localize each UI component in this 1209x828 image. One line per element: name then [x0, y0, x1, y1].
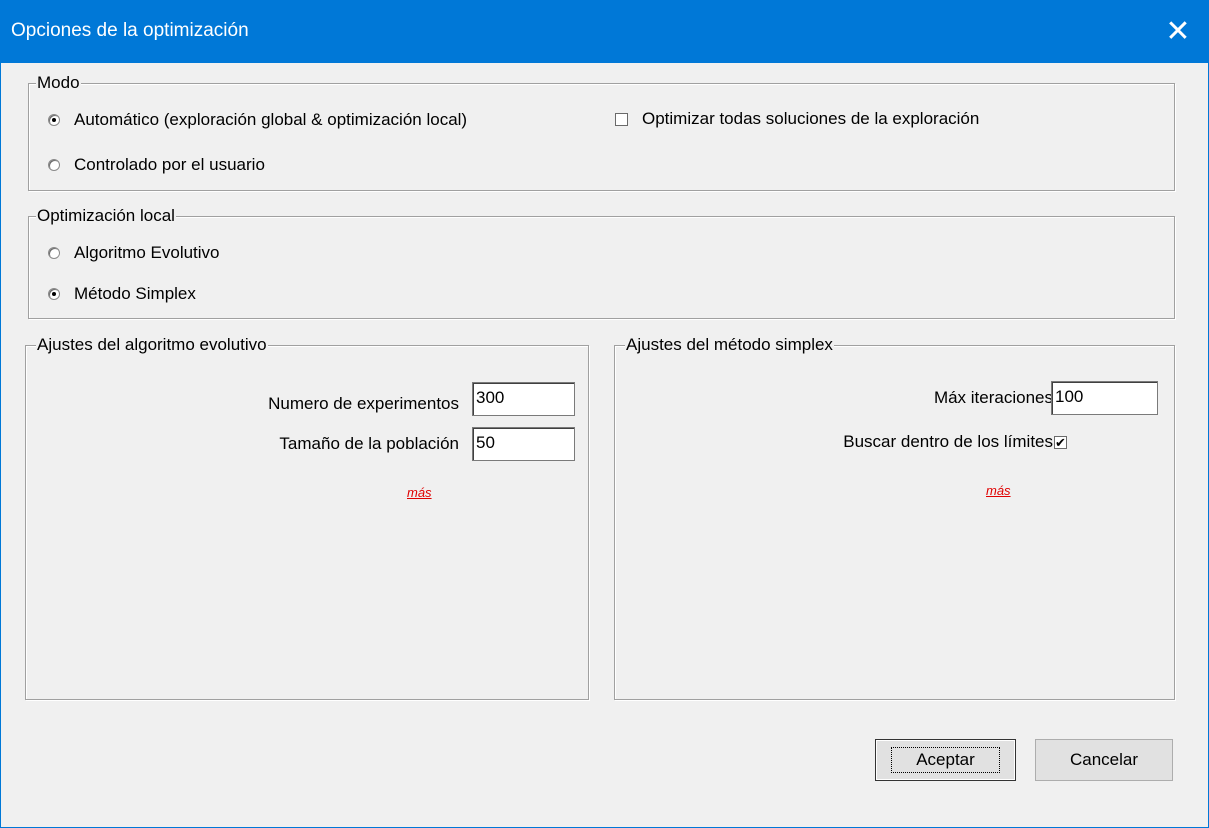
checkbox-optimize-all-box[interactable]: [615, 112, 628, 126]
max-iterations-input[interactable]: 100: [1051, 381, 1158, 415]
population-label: Tamaño de la población: [279, 434, 459, 453]
cancel-button[interactable]: Cancelar: [1035, 739, 1173, 781]
radio-user-controlled-indicator[interactable]: [48, 159, 60, 171]
simplex-settings-legend: Ajustes del método simplex: [625, 335, 834, 355]
checkbox-optimize-all[interactable]: Optimizar todas soluciones de la explora…: [615, 109, 979, 129]
radio-evolutive-indicator[interactable]: [48, 247, 60, 259]
experiments-label: Numero de experimentos: [268, 394, 459, 413]
radio-evolutive[interactable]: Algoritmo Evolutivo: [48, 243, 220, 263]
radio-evolutive-label: Algoritmo Evolutivo: [74, 243, 220, 262]
accept-button-label: Aceptar: [891, 747, 1000, 773]
options-dialog: Opciones de la optimización ✕ Modo Autom…: [0, 0, 1209, 828]
radio-simplex-indicator[interactable]: [48, 288, 60, 300]
simplex-settings-group: Ajustes del método simplex Máx iteracion…: [614, 335, 1175, 700]
evolutive-settings-legend: Ajustes del algoritmo evolutivo: [36, 335, 268, 355]
checkbox-optimize-all-label: Optimizar todas soluciones de la explora…: [642, 109, 980, 128]
search-within-bounds-checkbox[interactable]: ✔: [1054, 436, 1067, 449]
accept-button[interactable]: Aceptar: [875, 739, 1016, 781]
experiments-input[interactable]: 300: [472, 382, 575, 416]
radio-automatic[interactable]: Automático (exploración global & optimiz…: [48, 110, 467, 130]
mode-legend: Modo: [36, 73, 81, 93]
search-within-bounds-label: Buscar dentro de los límites: [843, 432, 1053, 451]
radio-simplex-label: Método Simplex: [74, 284, 196, 303]
radio-simplex[interactable]: Método Simplex: [48, 284, 196, 304]
radio-automatic-label: Automático (exploración global & optimiz…: [74, 110, 468, 129]
window-title: Opciones de la optimización: [11, 20, 249, 41]
radio-user-controlled-label: Controlado por el usuario: [74, 155, 265, 174]
title-bar[interactable]: Opciones de la optimización ✕: [1, 1, 1208, 63]
radio-automatic-indicator[interactable]: [48, 114, 60, 126]
evolutive-settings-group: Ajustes del algoritmo evolutivo Numero d…: [25, 335, 589, 700]
local-optimization-group: Optimización local Algoritmo Evolutivo M…: [28, 206, 1175, 319]
simplex-more-link[interactable]: más: [986, 483, 1011, 498]
close-icon[interactable]: ✕: [1148, 1, 1208, 63]
radio-user-controlled[interactable]: Controlado por el usuario: [48, 155, 265, 175]
mode-group: Modo Automático (exploración global & op…: [28, 73, 1175, 191]
max-iterations-label: Máx iteraciones: [933, 388, 1053, 407]
local-optimization-legend: Optimización local: [36, 206, 176, 226]
population-input[interactable]: 50: [472, 427, 575, 461]
evolutive-more-link[interactable]: más: [407, 485, 432, 500]
